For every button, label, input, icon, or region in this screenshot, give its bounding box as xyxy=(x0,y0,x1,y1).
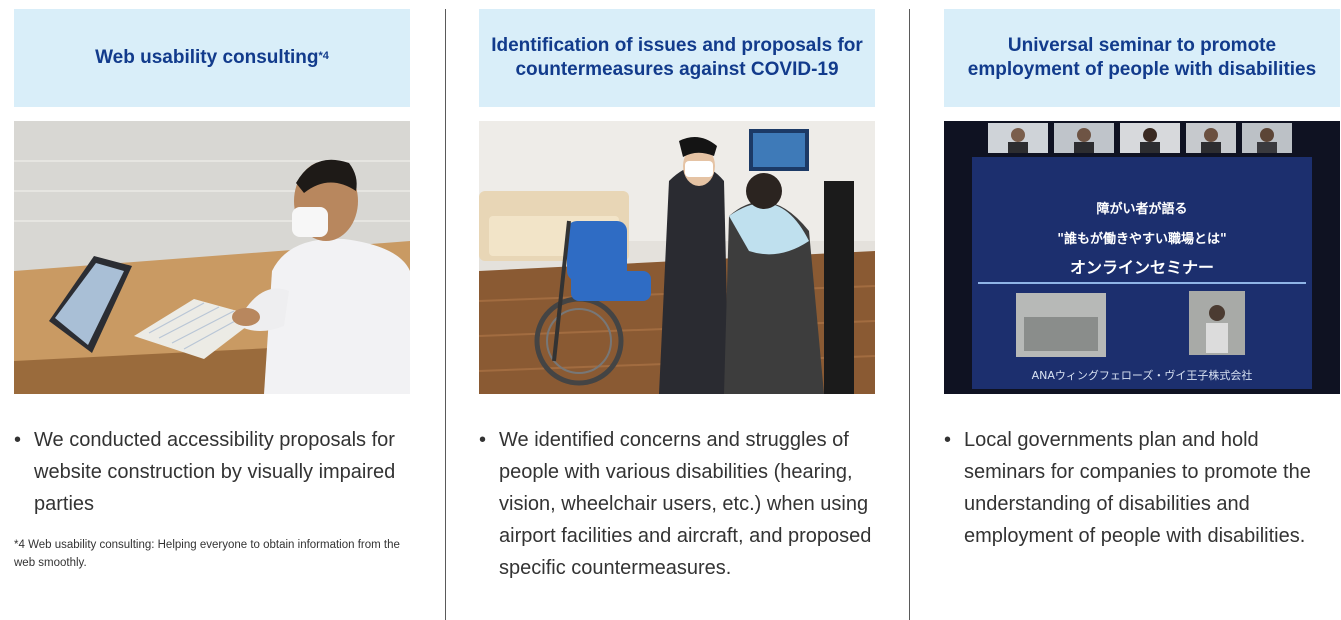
photo-online-seminar: 障がい者が語る "誰もが働きやすい職場とは" オンラインセミナー ANAウィング… xyxy=(944,121,1340,394)
column-title: Identification of issues and propos­als … xyxy=(491,35,863,80)
slide-line-2: "誰もが働きやすい職場とは" xyxy=(1057,231,1227,247)
column-title: Web usability consulting*4 xyxy=(95,46,329,70)
column-divider xyxy=(445,9,446,620)
footnote-marker: *4 xyxy=(14,539,25,551)
bullet-dot: • xyxy=(14,429,22,451)
bullet-dot: • xyxy=(944,429,952,451)
bullet-item: • We identified concerns and strug­gles … xyxy=(479,424,875,584)
slide-line-1: 障がい者が語る xyxy=(1096,201,1187,217)
bullet-dot: • xyxy=(479,429,487,451)
column-covid-countermeasures: Identification of issues and propos­als … xyxy=(479,9,875,584)
slide-line-3: オンラインセミナー xyxy=(1070,258,1214,277)
photo-wheelchair-test xyxy=(479,121,875,394)
column-web-usability: Web usability consulting*4 • We conducte… xyxy=(14,9,410,572)
bullet-item: • We conducted accessibility propos­als … xyxy=(14,424,410,520)
column-title-text: Web usability consulting xyxy=(95,47,319,68)
participant-thumbnails xyxy=(988,123,1292,153)
bullet-text: We identified concerns and strug­gles of… xyxy=(499,429,872,579)
column-divider xyxy=(909,9,910,620)
footnote: *4 Web usability consulting: Helping eve… xyxy=(14,536,410,572)
bullet-text: Local governments plan and hold seminars… xyxy=(964,429,1311,547)
column-title: Universal seminar to promote employment … xyxy=(967,35,1317,80)
bullet-text: We conducted accessibility propos­als fo… xyxy=(34,429,396,515)
footnote-marker: *4 xyxy=(318,50,329,62)
photo-web-usability xyxy=(14,121,410,394)
slide-company: ANAウィングフェローズ・ヴイ王子株式会社 xyxy=(1032,368,1253,382)
column-header: Universal seminar to promote employment … xyxy=(944,9,1340,107)
bullet-item: • Local governments plan and hold semina… xyxy=(944,424,1340,552)
column-header: Web usability consulting*4 xyxy=(14,9,410,107)
footnote-text: Web usability consulting: Helping everyo… xyxy=(14,539,400,569)
column-header: Identification of issues and propos­als … xyxy=(479,9,875,107)
column-universal-seminar: Universal seminar to promote employment … xyxy=(944,9,1340,552)
